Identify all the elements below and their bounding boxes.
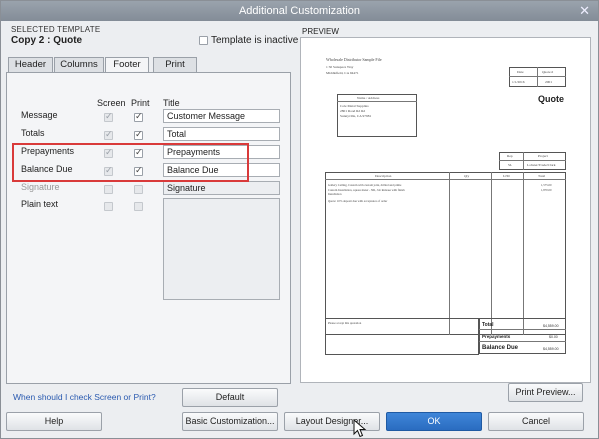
preview-line bbox=[537, 67, 538, 87]
preview-total-label: Total bbox=[482, 322, 494, 328]
preview-prepayments-label: Prepayments bbox=[482, 334, 511, 339]
preview-item-1-amount: 1,575.00 bbox=[541, 183, 552, 187]
preview-item-1: Gallery Ceiling, Custom with custom join… bbox=[328, 183, 402, 187]
preview-customer-line3: Sunnyville, CA 97981 bbox=[340, 114, 372, 118]
preview-date-header: Date bbox=[517, 70, 524, 74]
preview-col-qty: Qty bbox=[464, 174, 470, 178]
tab-header[interactable]: Header bbox=[8, 57, 53, 72]
preview-address-line2: Middlefield, CA 94471 bbox=[326, 71, 359, 75]
mouse-cursor-icon bbox=[353, 419, 367, 438]
preview-address-line1: 1 50 Sunspace Way bbox=[326, 65, 354, 69]
message-row-label: Message bbox=[21, 110, 58, 120]
preview-balance-due-value: $4,559.00 bbox=[543, 347, 559, 351]
preview-quote-value: 2001 bbox=[545, 80, 552, 84]
preview-project-value: Lobster/Trade/Clark bbox=[527, 163, 556, 167]
tab-footer-label: Footer bbox=[113, 59, 141, 70]
help-button[interactable]: Help bbox=[6, 412, 102, 431]
preview-col-total: Total bbox=[538, 174, 546, 178]
default-button[interactable]: Default bbox=[182, 388, 278, 407]
template-inactive-label: Template is inactive bbox=[211, 35, 299, 46]
preview-customer-line2: 2801 Road Rd Rd bbox=[340, 109, 366, 113]
signature-title-field[interactable]: Signature bbox=[163, 181, 280, 195]
preview-line bbox=[479, 341, 566, 342]
additional-customization-window: Additional Customization ✕ SELECTED TEMP… bbox=[0, 0, 599, 439]
preview-doc-title: Quote bbox=[538, 94, 564, 104]
preview-company-name: Wholesale Distributor Sample File bbox=[326, 57, 382, 62]
preview-name-address-header: Name / Address bbox=[357, 96, 380, 100]
plain-text-screen-checkbox[interactable] bbox=[104, 202, 113, 211]
cancel-button[interactable]: Cancel bbox=[488, 412, 584, 431]
tab-print-label: Print bbox=[165, 59, 185, 70]
message-print-checkbox[interactable] bbox=[134, 111, 143, 122]
plain-text-print-checkbox[interactable] bbox=[134, 202, 143, 211]
plain-text-row-label: Plain text bbox=[21, 199, 59, 209]
basic-customization-button[interactable]: Basic Customization... bbox=[182, 412, 278, 431]
preview-pane: Wholesale Distributor Sample File 1 50 S… bbox=[300, 37, 591, 402]
preview-project-header: Project bbox=[538, 154, 548, 158]
preview-rep-value: SL bbox=[508, 163, 513, 167]
preview-item-4: Quote: 10% deposit due with acceptance o… bbox=[328, 199, 388, 203]
highlight-annotation bbox=[12, 143, 249, 182]
preview-label: PREVIEW bbox=[302, 27, 339, 36]
signature-row-label: Signature bbox=[21, 182, 60, 192]
tab-print[interactable]: Print bbox=[153, 57, 197, 72]
preview-rep-header: Rep bbox=[507, 154, 513, 158]
message-title-field[interactable]: Customer Message bbox=[163, 109, 280, 123]
ok-button[interactable]: OK bbox=[386, 412, 482, 431]
preview-col-um: U/M bbox=[503, 174, 510, 178]
tab-footer[interactable]: Footer bbox=[105, 57, 149, 73]
preview-line bbox=[479, 329, 566, 330]
title-column-header: Title bbox=[163, 98, 180, 108]
plain-text-area[interactable] bbox=[163, 198, 280, 300]
preview-line bbox=[499, 160, 566, 161]
print-preview-button[interactable]: Print Preview... bbox=[508, 383, 583, 402]
preview-balance-due-label: Balance Due bbox=[482, 345, 519, 351]
tab-columns-label: Columns bbox=[60, 59, 98, 70]
preview-col-description: Description bbox=[375, 174, 392, 178]
preview-line bbox=[449, 172, 450, 335]
tab-header-label: Header bbox=[14, 59, 47, 70]
preview-line-items-table bbox=[325, 172, 566, 335]
template-name: Copy 2 : Quote bbox=[11, 35, 83, 46]
preview-customer-line1: Cole Metal Supplies bbox=[340, 104, 369, 108]
template-inactive-checkbox[interactable] bbox=[199, 36, 208, 45]
preview-line bbox=[523, 172, 524, 335]
totals-screen-checkbox[interactable] bbox=[104, 129, 113, 140]
totals-title-field[interactable]: Total bbox=[163, 127, 280, 141]
preview-item-3: Installation bbox=[328, 192, 342, 196]
totals-row-label: Totals bbox=[21, 128, 45, 138]
signature-print-checkbox[interactable] bbox=[134, 185, 143, 194]
totals-print-checkbox[interactable] bbox=[134, 129, 143, 140]
preview-prepayments-value: $0.00 bbox=[549, 335, 558, 339]
title-bar: Additional Customization ✕ bbox=[1, 1, 598, 21]
message-screen-checkbox[interactable] bbox=[104, 111, 113, 122]
preview-date-value: 1/1/2016 bbox=[512, 80, 525, 84]
preview-total-value: $4,559.00 bbox=[543, 324, 559, 328]
preview-line bbox=[491, 172, 492, 335]
tab-columns[interactable]: Columns bbox=[54, 57, 104, 72]
close-icon[interactable]: ✕ bbox=[579, 1, 590, 21]
signature-screen-checkbox[interactable] bbox=[104, 185, 113, 194]
window-title: Additional Customization bbox=[238, 5, 361, 17]
screen-column-header: Screen bbox=[97, 98, 126, 108]
preview-quote-header: Quote # bbox=[542, 70, 554, 74]
preview-line bbox=[325, 179, 566, 180]
selected-template-label: SELECTED TEMPLATE bbox=[11, 25, 101, 34]
preview-line bbox=[337, 101, 417, 102]
screen-or-print-help-link[interactable]: When should I check Screen or Print? bbox=[13, 392, 156, 402]
preview-item-2-amount: 1,870.00 bbox=[541, 188, 552, 192]
print-column-header: Print bbox=[131, 98, 150, 108]
preview-line bbox=[523, 152, 524, 170]
preview-footer-note: Please accept this quotation bbox=[328, 321, 362, 325]
